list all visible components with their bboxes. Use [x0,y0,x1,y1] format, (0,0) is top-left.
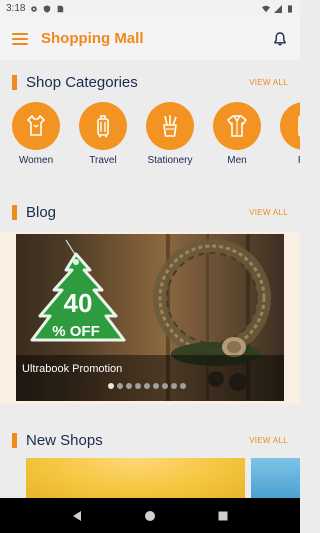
recents-icon [218,511,228,520]
blog-carousel: 40 % OFF Ultrabook Promotion [0,232,300,404]
recents-button[interactable] [215,508,231,524]
pencil-cup-icon [163,115,177,137]
slide-dot[interactable] [162,383,168,389]
category-label: Ph [298,155,300,166]
view-all-shops-link[interactable]: VIEW ALL [249,436,288,445]
settings-icon [31,5,38,12]
blog-title: Ultrabook Promotion [22,363,123,375]
section-title: New Shops [26,431,103,449]
category-phones[interactable]: Ph [274,102,300,166]
suitcase-icon [97,115,109,138]
shield-icon [44,4,51,13]
shop-card[interactable] [251,458,300,498]
slide-indicator [108,383,186,389]
status-time: 3:18 [6,3,26,14]
category-label: Travel [89,155,117,166]
category-travel[interactable]: Travel [73,102,133,166]
phone-icon [298,115,300,137]
category-circle [146,102,194,150]
view-all-categories-link[interactable]: VIEW ALL [249,78,288,87]
category-label: Stationery [147,155,193,166]
system-nav-bar [0,498,300,533]
slide-dot[interactable] [117,383,123,389]
blog-slide[interactable]: 40 % OFF Ultrabook Promotion [16,234,284,401]
menu-icon[interactable] [12,32,28,45]
category-circle [12,102,60,150]
app-title: Shopping Mall [41,30,144,47]
shop-categories-header: Shop Categories VIEW ALL [12,72,288,92]
dress-icon [27,115,45,136]
category-carousel[interactable]: Women Travel Stationery Men [0,102,300,172]
shop-card[interactable] [26,458,245,498]
wifi-icon [262,5,270,12]
category-circle [280,102,300,150]
slide-dot[interactable] [135,383,141,389]
new-shops-header: New Shops VIEW ALL [12,430,288,450]
battery-icon [288,4,292,13]
section-title: Shop Categories [26,73,138,91]
section-accent [12,432,17,448]
section-accent [12,204,17,220]
back-icon [72,510,81,521]
blog-caption: Ultrabook Promotion [16,355,284,401]
section-accent [12,74,17,90]
new-shops-carousel[interactable] [0,458,300,498]
category-circle [213,102,261,150]
slide-dot[interactable] [126,383,132,389]
slide-dot[interactable] [153,383,159,389]
slide-dot[interactable] [144,383,150,389]
view-all-blog-link[interactable]: VIEW ALL [249,208,288,217]
home-icon [144,510,155,521]
section-title: Blog [26,203,57,221]
category-stationery[interactable]: Stationery [140,102,200,166]
tag-percent-text: 40 [64,288,93,318]
slide-dot[interactable] [180,383,186,389]
category-women[interactable]: Women [6,102,66,166]
category-label: Women [18,155,54,166]
category-label: Men [227,155,247,166]
slide-dot[interactable] [108,383,114,389]
home-button[interactable] [142,508,158,524]
sim-card-icon [58,5,64,12]
tag-off-text: % OFF [52,323,100,340]
notification-bell-icon[interactable] [272,31,288,47]
back-button[interactable] [69,508,85,524]
signal-icon [274,4,282,13]
shirt-icon [227,115,247,137]
category-men[interactable]: Men [207,102,267,166]
blog-header: Blog VIEW ALL [12,202,288,222]
category-circle [79,102,127,150]
slide-dot[interactable] [171,383,177,389]
status-bar: 3:18 [0,0,300,17]
app-bar: Shopping Mall [0,17,300,60]
